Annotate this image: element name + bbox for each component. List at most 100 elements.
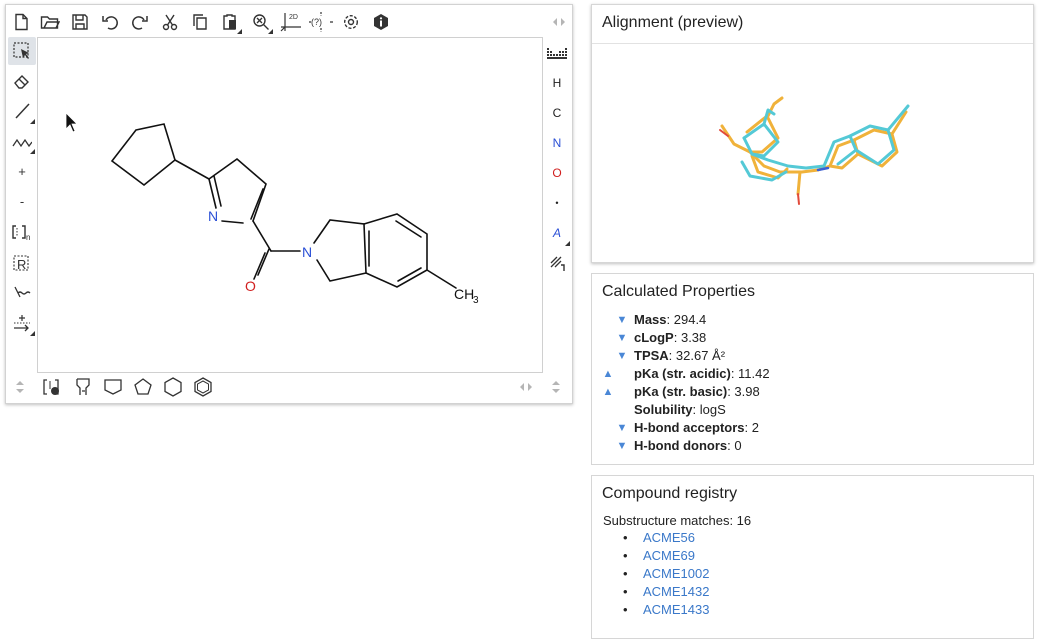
property-value: : 2 xyxy=(744,420,759,435)
cut-icon[interactable] xyxy=(157,9,183,35)
carbonyl-carbon-bond xyxy=(252,220,272,252)
pyrroline-double-bond xyxy=(250,188,264,220)
sort-down-icon[interactable]: ▼ xyxy=(616,329,628,347)
methyl-bond xyxy=(426,269,457,289)
bullet-icon: • xyxy=(623,602,628,617)
scroll-horizontal-arrows-icon[interactable] xyxy=(514,373,538,401)
sort-down-icon[interactable]: ▼ xyxy=(616,311,628,329)
property-value: : 3.38 xyxy=(673,330,707,345)
sgroup-bracket-icon[interactable]: n xyxy=(8,219,36,247)
sort-up-icon[interactable]: ▲ xyxy=(602,365,614,383)
n-c-bond xyxy=(221,220,244,224)
chain-icon[interactable] xyxy=(8,127,36,155)
pyrroline-n-label: N xyxy=(208,208,218,224)
periodic-table-icon[interactable] xyxy=(543,39,571,67)
sort-down-icon[interactable]: ▼ xyxy=(616,419,628,437)
cyclopentyl-bond xyxy=(174,159,210,180)
property-value: : logS xyxy=(692,402,726,417)
sort-down-icon[interactable]: ▼ xyxy=(616,437,628,455)
top-toolbar: 2D (?) xyxy=(6,5,572,37)
template-wavy-icon[interactable] xyxy=(8,279,36,307)
alignment-panel: Alignment (preview) xyxy=(591,4,1034,263)
redo-icon[interactable] xyxy=(127,9,153,35)
any-atom-label: A xyxy=(552,226,561,240)
compound-link[interactable]: ACME56 xyxy=(643,529,695,547)
property-name: pKa (str. basic) xyxy=(634,384,728,399)
open-folder-icon[interactable] xyxy=(37,9,63,35)
compound-link[interactable]: ACME1432 xyxy=(643,583,709,601)
save-icon[interactable] xyxy=(67,9,93,35)
undo-icon[interactable] xyxy=(97,9,123,35)
scroll-vertical-arrows-icon[interactable] xyxy=(8,373,32,401)
scroll-vertical-arrows-right-icon[interactable] xyxy=(544,373,568,401)
property-value: : 0 xyxy=(727,438,742,453)
atom-o-label: O xyxy=(552,166,562,180)
property-name: cLogP xyxy=(634,330,674,345)
cyclopentyl-ring xyxy=(110,123,176,187)
methyl-label: CH xyxy=(454,286,474,302)
template-cyclohexane-icon[interactable] xyxy=(159,373,187,401)
template-library-icon[interactable] xyxy=(39,373,67,401)
query-label: (?) xyxy=(311,17,322,27)
atom-n-button[interactable]: N xyxy=(543,129,571,157)
zoom-icon[interactable] xyxy=(248,9,274,35)
property-value: : 294.4 xyxy=(666,312,707,327)
radical-dot-button[interactable]: • xyxy=(543,189,571,217)
sort-down-icon[interactable]: ▼ xyxy=(616,347,628,365)
property-name: Solubility xyxy=(634,402,693,417)
reaction-arrow-icon[interactable] xyxy=(8,309,36,337)
calculated-properties-panel: Calculated Properties ▼ Mass: 294.4 ▼ cL… xyxy=(591,273,1034,465)
charge-plus-button[interactable]: + xyxy=(8,157,36,185)
drawing-canvas[interactable]: N N O CH 3 xyxy=(37,37,543,373)
substructure-matches-count: Substructure matches: 16 xyxy=(603,513,752,528)
amide-n-label: N xyxy=(302,244,312,260)
eraser-icon[interactable] xyxy=(8,67,36,95)
atom-c-label: C xyxy=(552,106,562,120)
charge-plus-label: + xyxy=(18,163,26,179)
layout-2d-icon[interactable]: 2D xyxy=(278,9,304,35)
info-icon[interactable] xyxy=(368,9,394,35)
atom-list-icon[interactable] xyxy=(543,249,571,277)
property-name: TPSA xyxy=(634,348,669,363)
any-atom-button[interactable]: A xyxy=(543,219,571,247)
compound-registry-panel: Compound registry Substructure matches: … xyxy=(591,475,1034,639)
atom-o-button[interactable]: O xyxy=(543,159,571,187)
select-tool-icon[interactable] xyxy=(8,37,36,65)
template-cyclobutane-icon[interactable] xyxy=(99,373,127,401)
charge-minus-label: - xyxy=(19,193,25,209)
registry-title: Compound registry xyxy=(602,485,738,502)
property-name: Mass xyxy=(634,312,667,327)
right-toolbar: H C N O • A xyxy=(542,37,572,337)
template-functional-group-icon[interactable] xyxy=(69,373,97,401)
layout-2d-label: 2D xyxy=(289,14,298,21)
settings-icon[interactable] xyxy=(338,9,364,35)
atom-c-button[interactable]: C xyxy=(543,99,571,127)
sort-up-icon[interactable]: ▲ xyxy=(602,383,614,401)
paste-icon[interactable] xyxy=(217,9,243,35)
template-cyclopentane-icon[interactable] xyxy=(129,373,157,401)
left-toolbar: + - n R xyxy=(6,37,37,337)
property-value: : 3.98 xyxy=(727,384,760,399)
atom-h-label: H xyxy=(552,76,562,90)
carbonyl-double-b xyxy=(253,252,266,280)
rgroup-letter: R xyxy=(17,257,26,272)
atom-h-button[interactable]: H xyxy=(543,69,571,97)
compound-link[interactable]: ACME1002 xyxy=(643,565,709,583)
single-bond-icon[interactable] xyxy=(8,97,36,125)
compound-link[interactable]: ACME1433 xyxy=(643,601,709,619)
isoindoline-five-ring xyxy=(313,219,367,282)
compound-link[interactable]: ACME69 xyxy=(643,547,695,565)
atom-n-label: N xyxy=(552,136,562,150)
scroll-toolbar-arrows-icon[interactable] xyxy=(547,9,571,35)
template-benzene-icon[interactable] xyxy=(189,373,217,401)
copy-icon[interactable] xyxy=(187,9,213,35)
alignment-title: Alignment (preview) xyxy=(602,14,744,31)
alignment-3d-view[interactable] xyxy=(592,44,1033,262)
bottom-toolbar xyxy=(6,371,572,403)
rgroup-icon[interactable]: R xyxy=(8,249,36,277)
molecule-structure: N N O CH 3 xyxy=(65,112,479,306)
charge-minus-button[interactable]: - xyxy=(8,187,36,215)
new-document-icon[interactable] xyxy=(8,9,34,35)
query-icon[interactable]: (?) xyxy=(308,9,334,35)
carbonyl-double-a xyxy=(257,248,270,276)
